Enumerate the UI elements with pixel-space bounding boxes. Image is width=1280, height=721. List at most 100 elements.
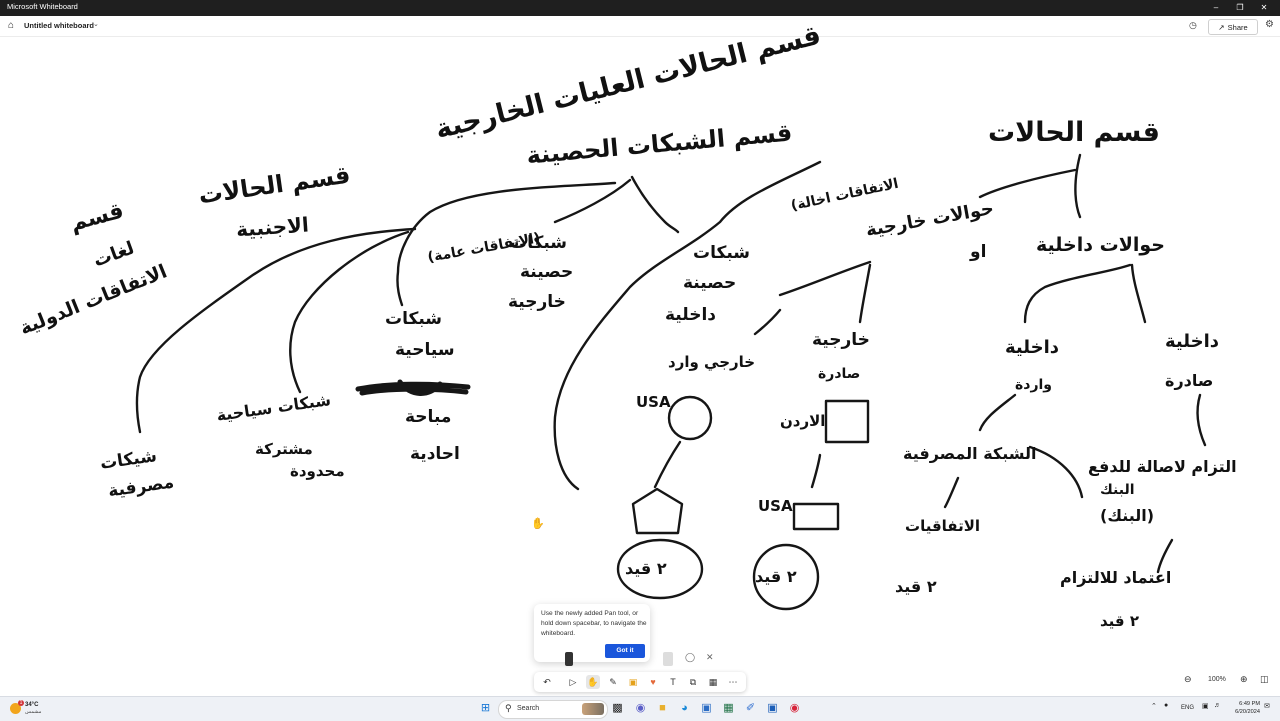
app-title: Microsoft Whiteboard [7, 2, 78, 11]
store-icon[interactable]: ▣ [700, 702, 713, 715]
handwriting-text: احادية [410, 444, 460, 464]
ink-stroke [943, 476, 960, 509]
zoom-controls: ⊖ 100% ⊕ ◫ [1180, 674, 1276, 689]
chevron-down-icon[interactable]: ⌄ [93, 20, 99, 28]
lasso-icon[interactable]: ◯ [685, 652, 695, 663]
settings-gear-icon[interactable]: ⚙ [1265, 19, 1274, 30]
ink-stroke [1130, 263, 1147, 324]
language-indicator[interactable]: ENG [1181, 705, 1194, 711]
handwriting-text: محدودة [290, 462, 345, 480]
maximize-button[interactable]: ❐ [1228, 0, 1252, 16]
network-icon[interactable]: ▣ [1202, 702, 1209, 710]
microphone-icon[interactable]: ● [1164, 702, 1168, 709]
clock-time: 6:49 PM [1239, 701, 1260, 707]
handwriting-text: صادرة [1165, 371, 1214, 390]
app-header: ⌂ Untitled whiteboard ⌄ ◷ ↗ Share ⚙ [0, 16, 1280, 37]
ink-stroke [653, 440, 682, 489]
highlighter-swatch-icon[interactable] [663, 652, 673, 666]
pan-hand-icon[interactable]: ✋ [586, 675, 600, 689]
handwriting-text: (البنك) [1100, 506, 1155, 525]
ink-rectangle [824, 399, 870, 444]
ink-stroke [1023, 263, 1132, 324]
ink-stroke [1074, 153, 1082, 219]
zoom-in-icon[interactable]: ⊕ [1240, 674, 1248, 685]
ink-rectangle [792, 502, 840, 531]
handwriting-text: حصينة [683, 273, 737, 293]
handwriting-text: شبكات [693, 243, 751, 263]
screen-recorder-icon[interactable]: ◉ [788, 702, 801, 715]
tray-chevron-icon[interactable]: ⌃ [1151, 702, 1157, 710]
close-window-button[interactable]: ✕ [1252, 0, 1276, 16]
ink-stroke [978, 393, 1017, 432]
handwriting-text: مباحة [405, 407, 452, 427]
templates-icon[interactable]: ▦ [706, 675, 720, 689]
ink-stroke [1196, 393, 1207, 447]
close-icon[interactable]: ✕ [706, 652, 714, 663]
board-title[interactable]: Untitled whiteboard [24, 21, 94, 30]
handwriting-text: الشبكة المصرفية [903, 444, 1037, 463]
text-icon[interactable]: T [666, 675, 680, 689]
tooltip-text: Use the newly added Pan tool, or hold do… [541, 610, 647, 637]
weather-widget[interactable]: 1 34°C مشمس [8, 700, 48, 717]
ink-stroke [810, 453, 822, 489]
search-icon: ⚲ [505, 703, 512, 713]
weather-condition: مشمس [25, 709, 42, 715]
ink-stroke [858, 263, 872, 324]
ink-stroke [978, 168, 1077, 199]
windows-start-icon[interactable]: ⊞ [479, 702, 492, 715]
share-icon: ↗ [1218, 22, 1225, 32]
handwriting-text: USA [758, 497, 793, 515]
handwriting-text: داخلية [1165, 331, 1219, 352]
select-icon[interactable]: ▷ [566, 675, 580, 689]
task-view-icon[interactable]: ▩ [611, 702, 624, 715]
zoom-out-icon[interactable]: ⊖ [1184, 674, 1192, 685]
handwriting-text: ٢ قيد [625, 559, 667, 578]
handwriting-text: او [970, 242, 987, 262]
file-explorer-icon[interactable]: ■ [656, 702, 669, 715]
pen-swatch-icon[interactable] [565, 652, 573, 666]
whiteboard-app-icon[interactable]: ▣ [766, 702, 779, 715]
share-button[interactable]: ↗ Share [1208, 19, 1258, 35]
volume-icon[interactable]: ♬ [1214, 702, 1221, 709]
handwriting-text: شبكات [385, 309, 443, 329]
excel-icon[interactable]: ▦ [722, 702, 735, 715]
taskbar: 1 34°C مشمس ⊞ ⚲ Search ▩ ◉ ■ ◕ ▣ ▦ ✐ ▣ ◉… [0, 696, 1280, 721]
pen-icon[interactable]: ✎ [606, 675, 620, 689]
undo-icon[interactable]: ↶ [540, 675, 554, 689]
handwriting-text: خارجي وارد [668, 353, 756, 371]
reactions-icon[interactable]: ♥ [646, 675, 660, 689]
handwriting-text: قسم الحالات [988, 117, 1160, 148]
shapes-icon[interactable]: ⧉ [686, 675, 700, 689]
taskbar-clock[interactable]: 6:49 PM 6/20/2024 [1228, 700, 1260, 716]
handwriting-text: سياحية [395, 340, 455, 360]
ink-pentagon [631, 487, 684, 535]
whiteboard-canvas[interactable]: قسم الحالات العليات الخارجية قسم الشبكات… [0, 20, 1280, 696]
weather-badge: 1 [18, 700, 24, 706]
handwriting-text: مشتركة [255, 440, 313, 458]
home-icon[interactable]: ⌂ [5, 20, 17, 32]
window-titlebar: Microsoft Whiteboard – ❐ ✕ [0, 0, 1280, 16]
edge-browser-icon[interactable]: ◕ [678, 702, 691, 715]
handwriting-text: داخلية [1005, 337, 1059, 358]
history-icon[interactable]: ◷ [1189, 20, 1197, 31]
minimize-button[interactable]: – [1204, 0, 1228, 16]
handwriting-text: خارجية [812, 330, 870, 350]
sticky-note-icon[interactable]: ▣ [626, 675, 640, 689]
weather-temp: 34°C [25, 702, 39, 708]
handwriting-text: شبكات [510, 233, 568, 253]
snipping-tool-icon[interactable]: ✐ [744, 702, 757, 715]
ink-stroke [753, 308, 782, 336]
handwriting-text: داخلية [665, 305, 716, 325]
handwriting-text: الاردن [780, 412, 826, 430]
more-icon[interactable]: ⋯ [726, 675, 740, 689]
handwriting-text: حوالات داخلية [1036, 234, 1165, 256]
chat-icon[interactable]: ◉ [634, 702, 647, 715]
handwriting-text: ٢ قيد [895, 577, 937, 596]
taskbar-search[interactable]: ⚲ Search [498, 700, 608, 719]
fit-to-screen-icon[interactable]: ◫ [1260, 674, 1269, 685]
window-controls: – ❐ ✕ [1204, 0, 1276, 16]
handwriting-text: ٢ قيد [1100, 612, 1139, 630]
handwriting-text: خارجية [508, 292, 566, 312]
notifications-icon[interactable]: ✉ [1264, 702, 1270, 710]
clock-date: 6/20/2024 [1235, 709, 1260, 715]
